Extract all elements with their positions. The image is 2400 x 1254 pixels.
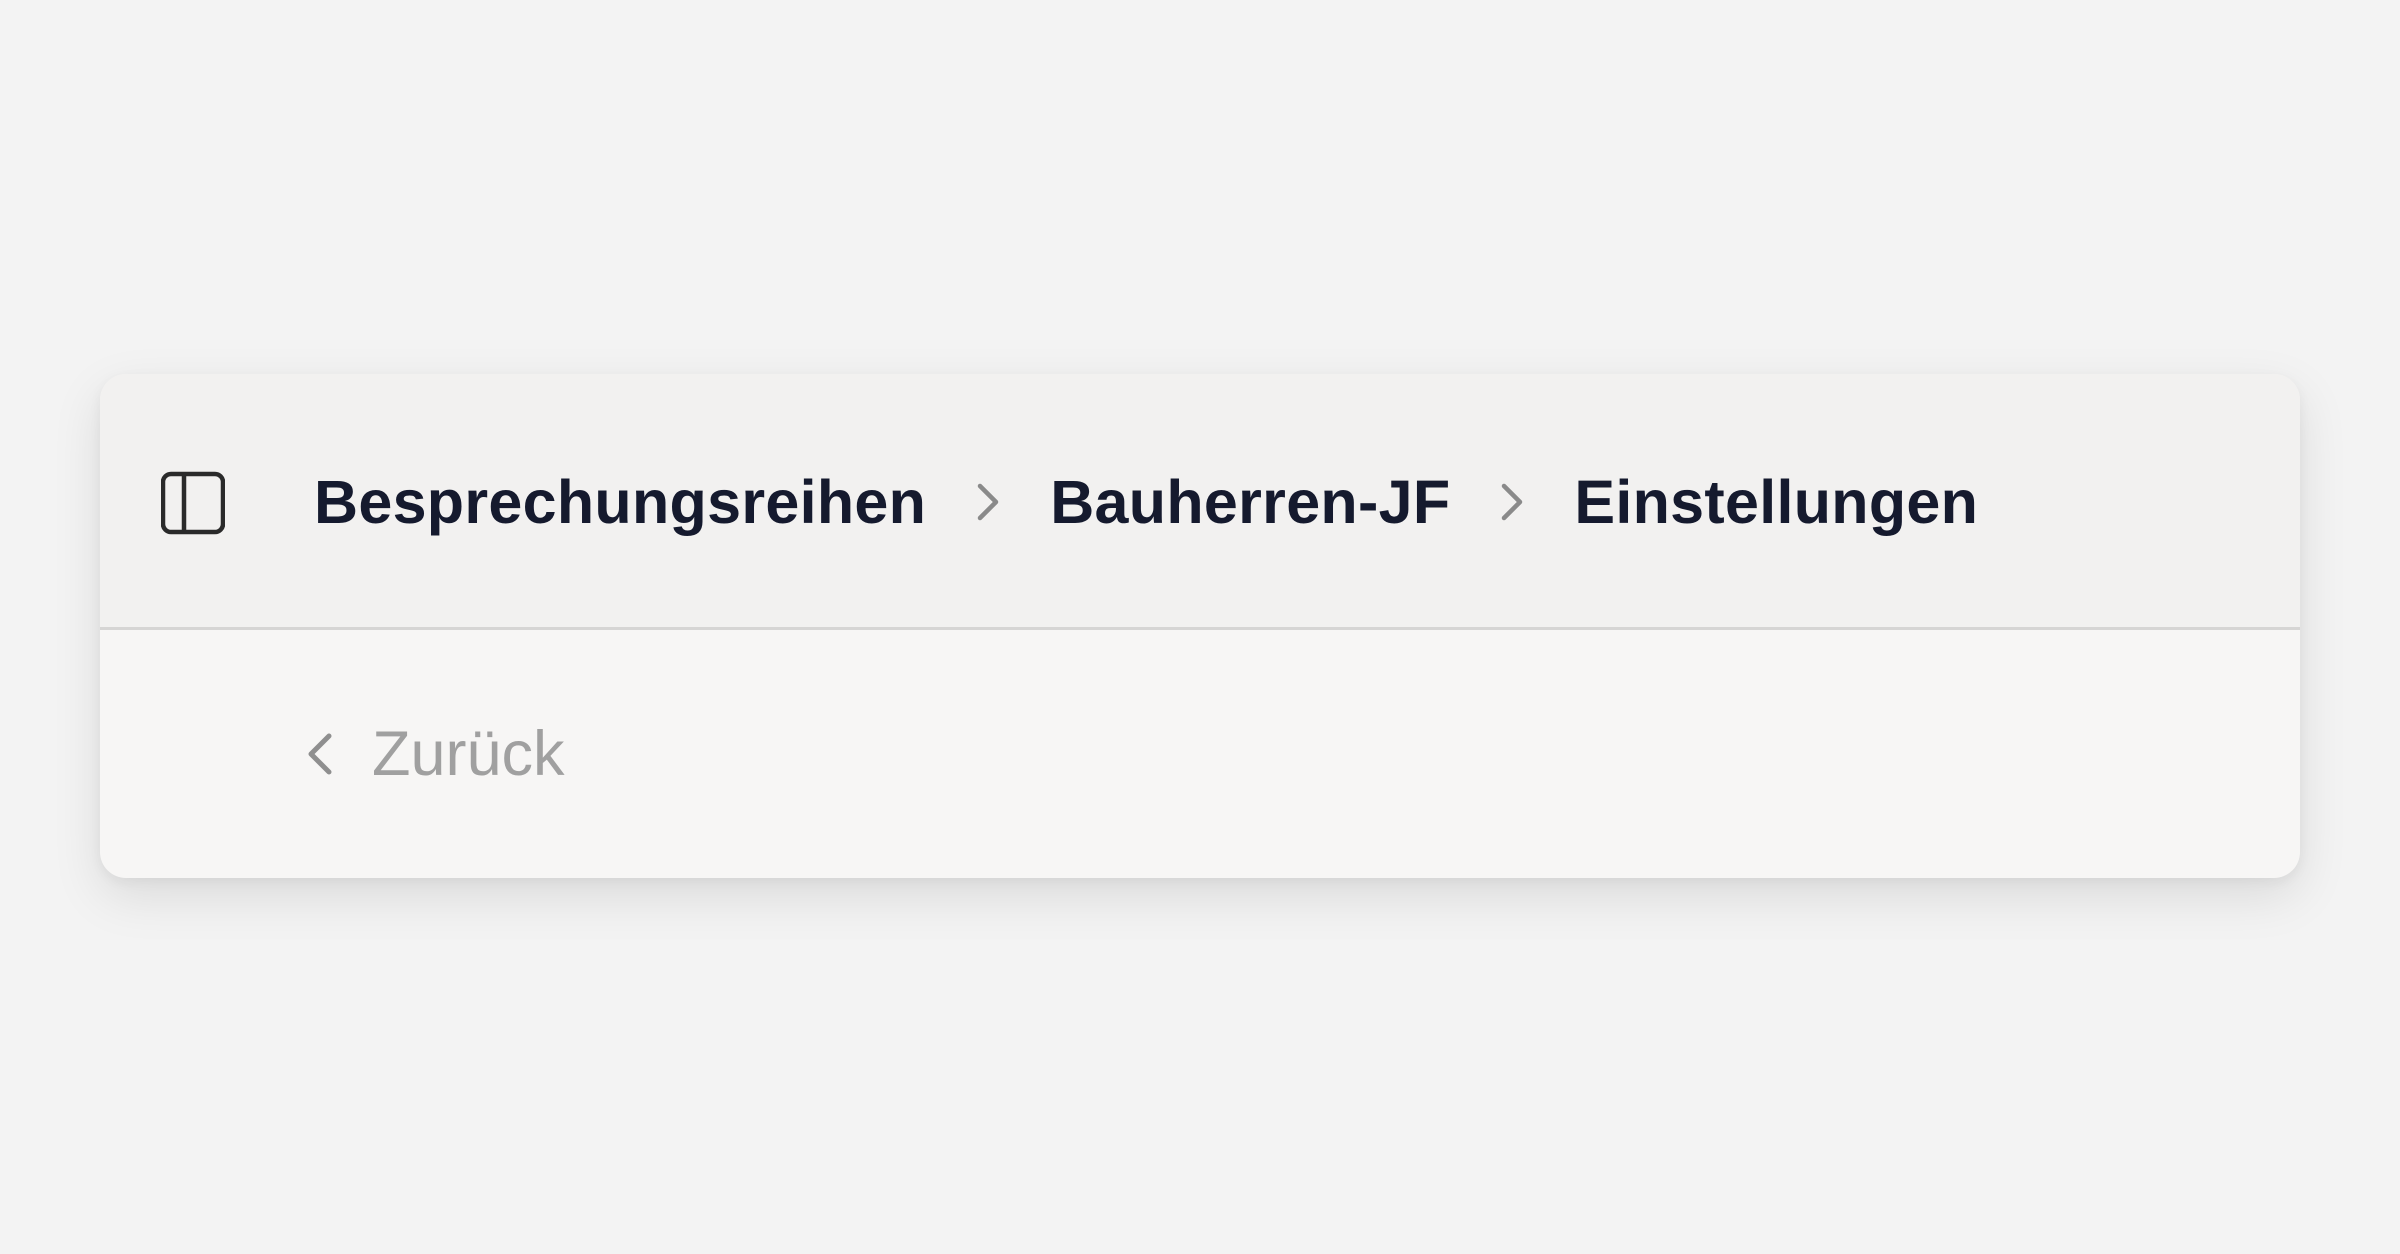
breadcrumb-item-einstellungen: Einstellungen <box>1574 468 1979 536</box>
sidebar-panel-icon <box>161 471 225 535</box>
chevron-left-icon <box>290 724 350 784</box>
breadcrumb-item-bauherren-jf[interactable]: Bauherren-JF <box>1050 467 1450 537</box>
chevron-right-icon <box>1450 467 1574 537</box>
breadcrumb-card: Besprechungsreihen Bauherren-JF Einstell… <box>100 374 2300 878</box>
sidebar-toggle-button[interactable] <box>158 468 228 538</box>
header-bar: Besprechungsreihen Bauherren-JF Einstell… <box>100 374 2300 630</box>
breadcrumb: Besprechungsreihen Bauherren-JF Einstell… <box>314 374 1978 630</box>
chevron-right-icon <box>926 467 1050 537</box>
breadcrumb-item-besprechungsreihen[interactable]: Besprechungsreihen <box>314 467 926 537</box>
back-button[interactable]: Zurück <box>290 630 565 878</box>
back-label: Zurück <box>372 719 565 789</box>
